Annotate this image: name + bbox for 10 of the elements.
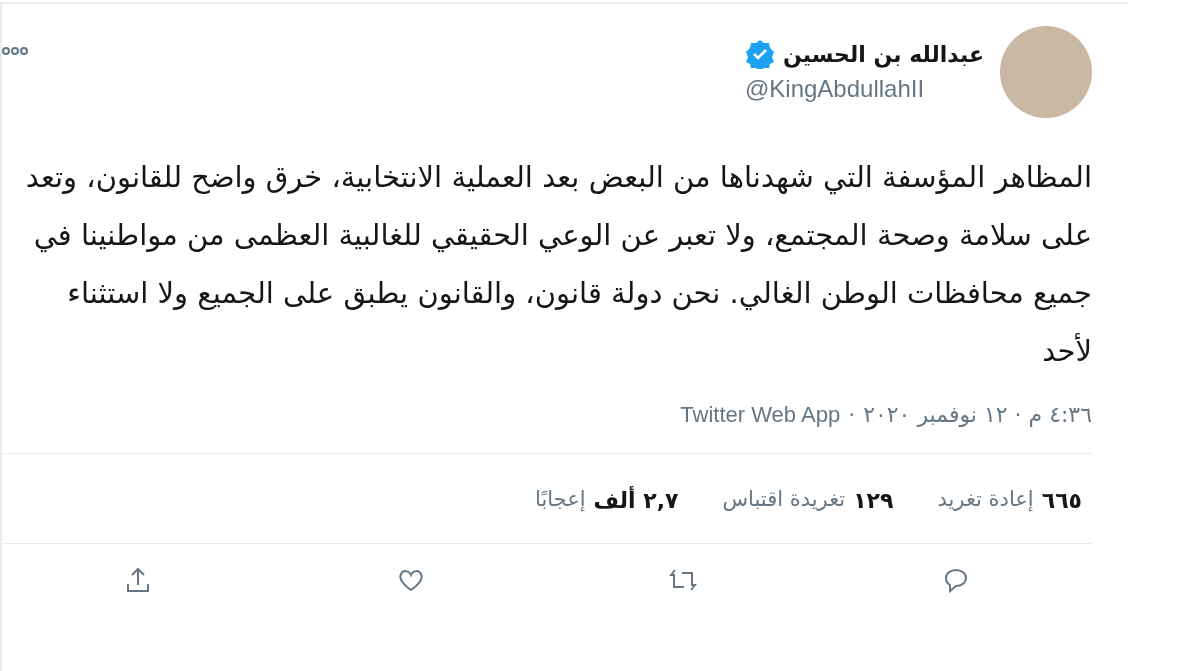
stat-link[interactable]: ٦٦٥ إعادة تغريد <box>937 484 1082 517</box>
stat-link[interactable]: ٢,٧ ألف إعجابًا <box>535 484 679 517</box>
user-name[interactable]: عبدالله بن الحسين <box>782 37 984 71</box>
stat-link[interactable]: ١٢٩ تغريدة اقتباس <box>722 484 894 517</box>
more-options-icon[interactable] <box>2 46 28 56</box>
user-handle[interactable]: @KingAbdullahII <box>744 70 984 107</box>
tweet-timestamp[interactable]: ٤:٣٦ م · ١٢ نوفمبر ٢٠٢٠ <box>863 398 1092 431</box>
tweet-source[interactable]: Twitter Web App <box>680 398 841 431</box>
tweet-text: المظاهر المؤسفة التي شهدناها من البعض بعد العملية الانتخابية، خرق واضح للقانون، وتعد على سلامة وصحة المجتمع، ولا تعبر عن الوعي الحقيقي للغالبية العظمى من مواطنينا في جميع محافظات الوطن الغالي. نحن دولة قانون، والقانون يطبق على الجميع ولا استثناء لأحد <box>24 159 1092 370</box>
separator-dot: · <box>848 401 856 429</box>
